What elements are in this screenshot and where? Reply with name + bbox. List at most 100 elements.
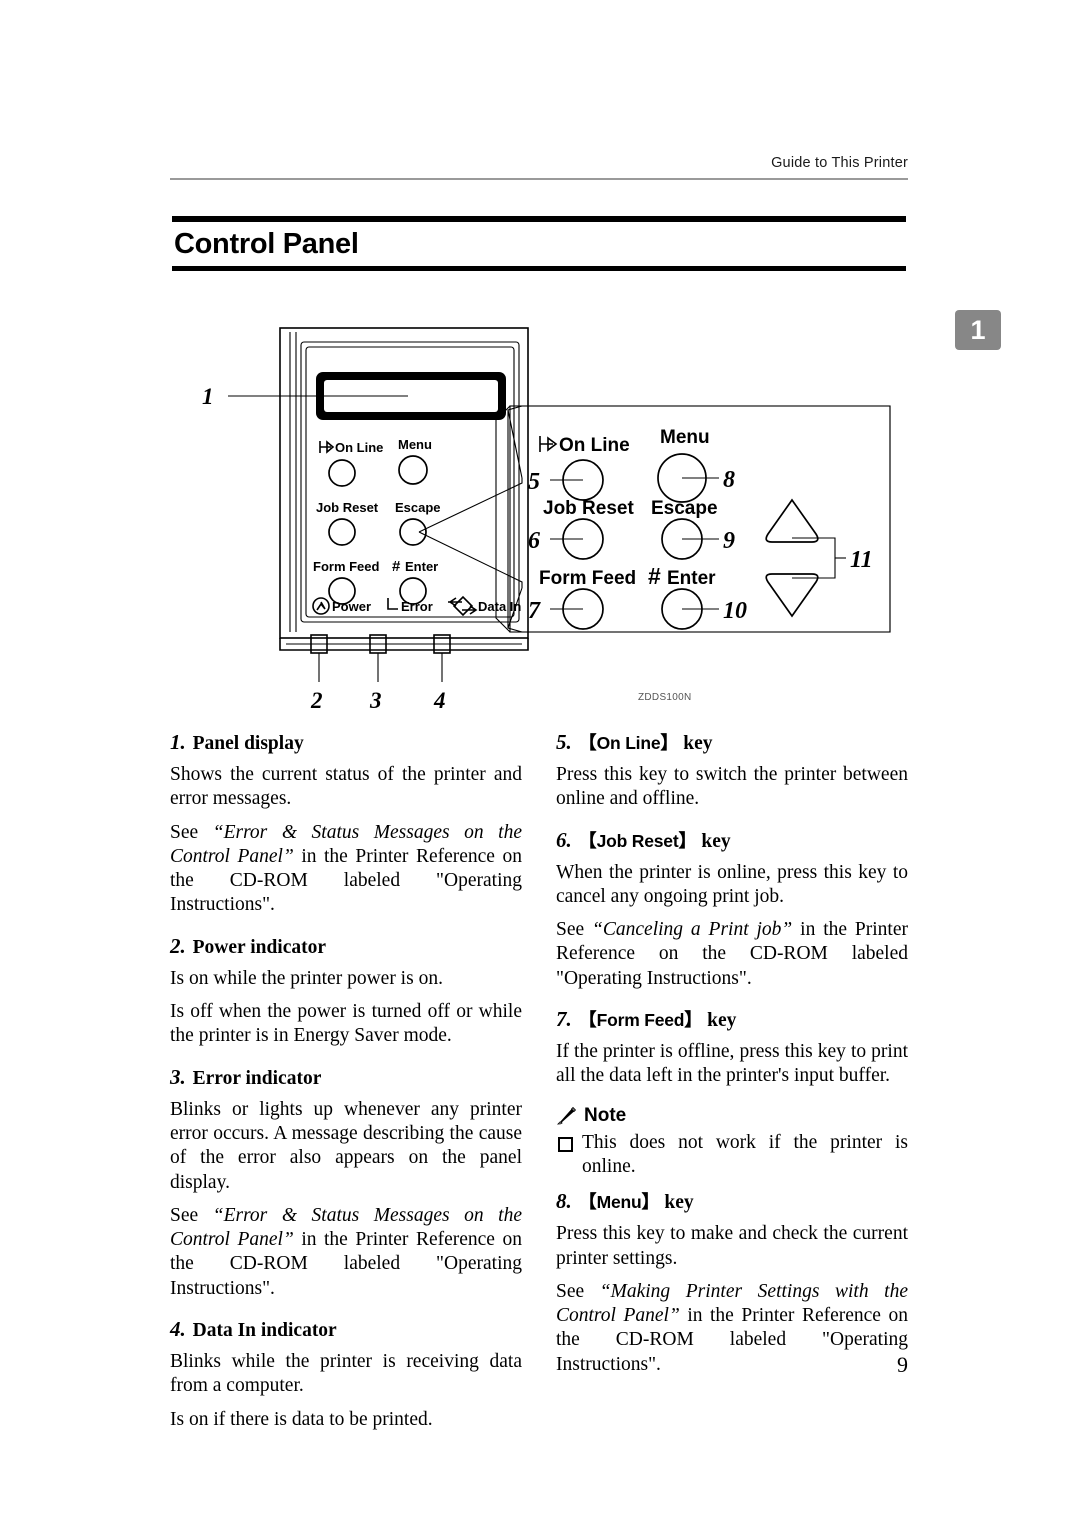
item-heading-3: 3. Error indicator <box>170 1065 522 1091</box>
item-number-8: 8. <box>556 1189 572 1214</box>
item-2-paragraph-2: Is off when the power is turned off or w… <box>170 1001 522 1047</box>
key-suffix-5: key <box>683 733 713 754</box>
key-label-8: Menu <box>596 1192 642 1213</box>
title-rule-bottom <box>172 266 906 271</box>
svg-text:Enter: Enter <box>405 559 438 574</box>
panel-key-enter-small: # Enter <box>392 558 438 605</box>
item-heading-5: 5. 【On Line】 key <box>556 730 908 756</box>
chapter-tab: 1 <box>955 310 1001 350</box>
callout-7: 7 <box>528 598 541 624</box>
svg-text:Enter: Enter <box>667 568 716 589</box>
square-bullet-icon <box>558 1136 573 1152</box>
key-label-7: Form Feed <box>596 1010 685 1031</box>
note-title: Note <box>584 1104 627 1126</box>
pencil-icon <box>556 1107 577 1125</box>
bracket-close-5: 】 <box>660 733 679 753</box>
svg-text:On Line: On Line <box>559 435 630 456</box>
svg-text:Job Reset: Job Reset <box>543 498 634 519</box>
key-suffix-6: key <box>701 830 731 852</box>
panel-key-formfeed-large: Form Feed 7 <box>528 568 636 630</box>
item-5-paragraph-1: Press this key to switch the printer bet… <box>556 764 908 810</box>
left-text-column: 1. Panel display Shows the current statu… <box>170 730 522 1448</box>
panel-key-escape-small: Escape <box>395 500 441 546</box>
note-item-text: This does not work if the printer is onl… <box>582 1131 908 1177</box>
arrow-keys-large: 11 <box>765 498 873 618</box>
item-3-paragraph-1: Blinks or lights up whenever any printer… <box>170 1098 522 1193</box>
item-number-3: 3. <box>170 1064 186 1089</box>
callout-2: 2 <box>310 688 323 713</box>
callout-4: 4 <box>433 688 446 713</box>
bracket-open-8: 【 <box>578 1192 597 1213</box>
callout-6: 6 <box>528 528 540 554</box>
item-heading-2: 2. Power indicator <box>170 934 522 960</box>
panel-key-formfeed-small: Form Feed <box>313 559 380 605</box>
item-title-3: Error indicator <box>192 1067 322 1089</box>
callout-3: 3 <box>369 688 382 713</box>
callout-8: 8 <box>723 467 735 493</box>
svg-text:Error: Error <box>401 599 433 614</box>
item-2-paragraph-1: Is on while the printer power is on. <box>170 967 443 989</box>
control-panel-figure: .ln { fill:none; stroke:#000; stroke-wid… <box>170 310 910 720</box>
panel-key-enter-large: # Enter 10 <box>648 563 747 630</box>
panel-key-menu-large: Menu 8 <box>657 427 735 503</box>
svg-text:Escape: Escape <box>651 498 718 519</box>
key-label-5: On Line <box>596 733 661 753</box>
item-6-paragraph-1: When the printer is online, press this k… <box>556 861 908 907</box>
svg-text:On Line: On Line <box>335 440 383 455</box>
item-heading-4: 4. Data In indicator <box>170 1317 522 1343</box>
note-list-item: This does not work if the printer is onl… <box>556 1131 908 1180</box>
item-1-paragraph-2: See “Error & Status Messages on the Cont… <box>170 821 522 916</box>
svg-text:Form Feed: Form Feed <box>313 559 380 574</box>
bracket-open-6: 【 <box>578 830 597 851</box>
page-number: 9 <box>897 1352 908 1377</box>
item-4-paragraph-1: Blinks while the printer is receiving da… <box>170 1351 522 1397</box>
item-7-paragraph-1: If the printer is offline, press this ke… <box>556 1041 908 1087</box>
panel-key-escape-large: Escape 9 <box>651 498 735 560</box>
svg-text:Data In: Data In <box>478 599 521 614</box>
item-number-2: 2. <box>170 933 186 958</box>
panel-key-online-small: On Line <box>319 440 383 487</box>
svg-text:Form Feed: Form Feed <box>539 568 636 589</box>
item-heading-1: 1. Panel display <box>170 730 522 756</box>
header-rule <box>170 178 908 180</box>
panel-key-jobreset-small: Job Reset <box>316 500 379 546</box>
callout-11: 11 <box>850 547 873 573</box>
item-title-4: Data In indicator <box>192 1320 337 1342</box>
svg-text:Escape: Escape <box>395 500 441 515</box>
item-heading-7: 7. 【Form Feed】 key <box>556 1007 908 1033</box>
item-4-paragraph-2: Is on if there is data to be printed. <box>170 1408 433 1430</box>
item-heading-6: 6. 【Job Reset】 key <box>556 828 908 854</box>
item-heading-8: 8. 【Menu】 key <box>556 1189 908 1215</box>
bracket-open-5: 【 <box>578 733 597 753</box>
page-title: Control Panel <box>174 228 359 260</box>
control-panel-diagram: .ln { fill:none; stroke:#000; stroke-wid… <box>202 327 891 713</box>
svg-text:Menu: Menu <box>660 427 710 448</box>
svg-text:Power: Power <box>332 599 371 614</box>
note-list: This does not work if the printer is onl… <box>556 1131 908 1180</box>
bracket-close-7: 】 <box>684 1010 703 1031</box>
panel-key-menu-small: Menu <box>398 437 432 485</box>
key-suffix-7: key <box>707 1010 737 1032</box>
panel-key-online-large: On Line 5 <box>528 435 630 501</box>
bracket-open-7: 【 <box>578 1010 597 1031</box>
bracket-close-6: 】 <box>678 830 697 851</box>
callout-5: 5 <box>528 469 540 495</box>
item-8-paragraph-1: Press this key to make and check the cur… <box>556 1223 908 1269</box>
item-number-6: 6. <box>556 827 572 852</box>
item-6-paragraph-2: See “Canceling a Print job” in the Print… <box>556 919 908 989</box>
item-1-paragraph-1: Shows the current status of the printer … <box>170 764 522 810</box>
right-text-column: 5. 【On Line】 key Press this key to switc… <box>556 730 908 1393</box>
indicator-power-small: Power <box>312 597 371 615</box>
running-header: Guide to This Printer <box>771 155 908 171</box>
callout-1: 1 <box>202 384 214 409</box>
item-title-1: Panel display <box>192 733 304 754</box>
panel-key-jobreset-large: Job Reset 6 <box>528 498 634 560</box>
svg-text:Menu: Menu <box>398 437 432 452</box>
title-rule-top <box>172 216 906 222</box>
svg-text:#: # <box>648 563 661 589</box>
svg-text:Job Reset: Job Reset <box>316 500 379 515</box>
note-heading: Note <box>556 1105 908 1127</box>
indicator-error-small: Error <box>387 598 433 614</box>
figure-code: ZDDS100N <box>638 692 692 703</box>
key-label-6: Job Reset <box>596 830 679 851</box>
